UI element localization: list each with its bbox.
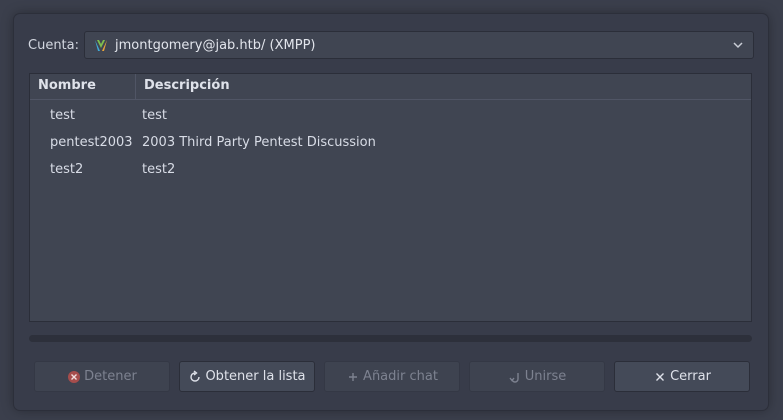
add-chat-button-label: Añadir chat xyxy=(363,369,438,384)
account-label: Cuenta: xyxy=(28,37,79,53)
room-name: test xyxy=(50,108,75,123)
account-row: Cuenta: jmontgomery@jab.htb/ (XMPP) xyxy=(28,30,754,60)
room-description: test2 xyxy=(142,162,176,177)
button-row: Detener Obtener la lista Añadir chat Uni… xyxy=(34,361,750,392)
get-list-button-label: Obtener la lista xyxy=(205,369,306,384)
stop-button-label: Detener xyxy=(84,369,137,384)
plus-icon xyxy=(349,372,358,381)
column-header-description[interactable]: Descripción xyxy=(136,74,751,99)
add-chat-button[interactable]: Añadir chat xyxy=(324,361,460,392)
account-select-value: jmontgomery@jab.htb/ (XMPP) xyxy=(115,37,316,53)
list-item[interactable]: pentest2003 2003 Third Party Pentest Dis… xyxy=(30,129,751,156)
stop-button[interactable]: Detener xyxy=(34,361,170,392)
column-header-name[interactable]: Nombre xyxy=(30,74,136,99)
account-select[interactable]: jmontgomery@jab.htb/ (XMPP) xyxy=(84,31,754,59)
stop-icon xyxy=(68,370,81,383)
room-list[interactable]: Nombre Descripción test test pentest2003… xyxy=(29,73,752,322)
room-list-dialog: Cuenta: jmontgomery@jab.htb/ (XMPP) Nomb… xyxy=(14,14,768,410)
list-item[interactable]: test test xyxy=(30,102,751,129)
room-description: 2003 Third Party Pentest Discussion xyxy=(142,135,376,150)
join-icon xyxy=(509,372,519,383)
list-header: Nombre Descripción xyxy=(30,74,751,100)
join-button[interactable]: Unirse xyxy=(469,361,605,392)
room-name: pentest2003 xyxy=(50,135,133,150)
list-item[interactable]: test2 test2 xyxy=(30,156,751,183)
progress-bar xyxy=(29,335,752,342)
close-icon xyxy=(656,372,665,381)
close-button[interactable]: Cerrar xyxy=(614,361,750,392)
room-description: test xyxy=(142,108,167,123)
get-list-button[interactable]: Obtener la lista xyxy=(179,361,315,392)
chevron-down-icon xyxy=(733,42,743,49)
room-name: test2 xyxy=(50,162,84,177)
join-button-label: Unirse xyxy=(524,369,567,384)
close-button-label: Cerrar xyxy=(670,369,711,384)
refresh-icon xyxy=(190,369,201,382)
list-rows: test test pentest2003 2003 Third Party P… xyxy=(30,100,751,183)
xmpp-icon xyxy=(95,40,107,51)
